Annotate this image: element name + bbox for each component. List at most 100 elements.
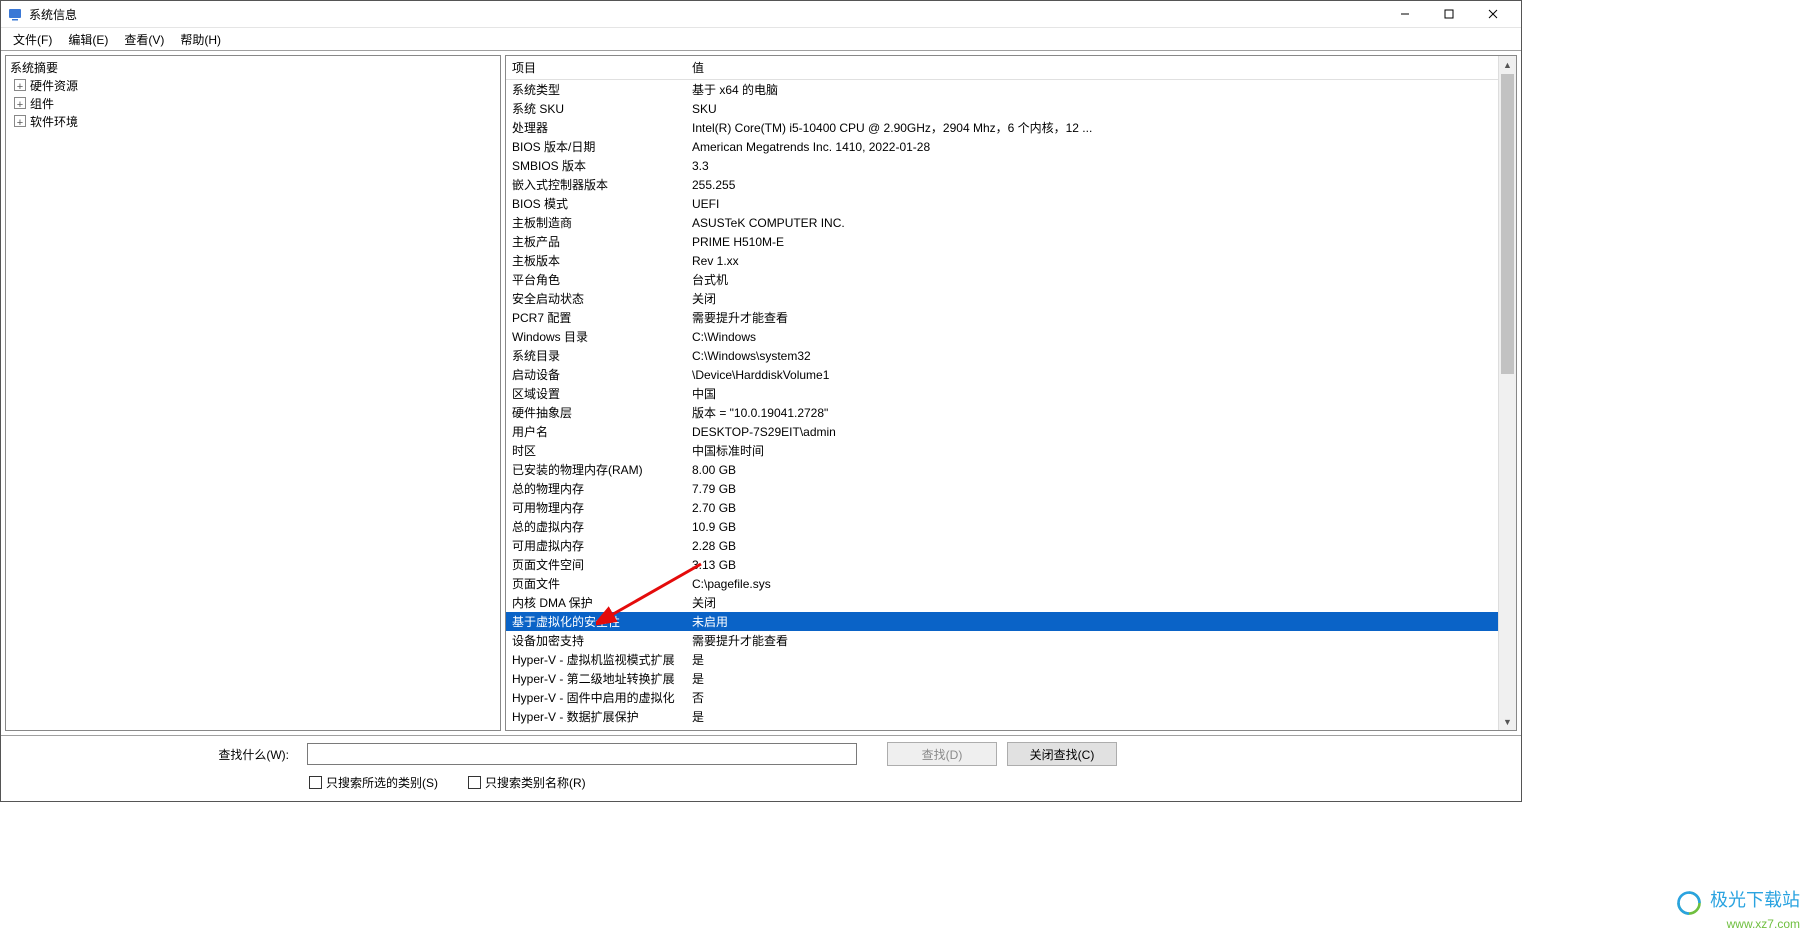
table-row[interactable]: 基于虚拟化的安全性未启用 — [506, 612, 1499, 631]
row-value: 255.255 — [686, 178, 1499, 192]
search-category-names-checkbox[interactable]: 只搜索类别名称(R) — [468, 774, 586, 791]
table-row[interactable]: Hyper-V - 第二级地址转换扩展是 — [506, 669, 1499, 688]
title-bar[interactable]: 系统信息 — [1, 1, 1521, 28]
table-row[interactable]: BIOS 版本/日期American Megatrends Inc. 1410,… — [506, 137, 1499, 156]
table-row[interactable]: Hyper-V - 数据扩展保护是 — [506, 707, 1499, 726]
row-item: 嵌入式控制器版本 — [506, 176, 686, 193]
table-row[interactable]: 总的物理内存7.79 GB — [506, 479, 1499, 498]
menu-edit[interactable]: 编辑(E) — [60, 29, 116, 50]
row-value: 是 — [686, 651, 1499, 668]
watermark-logo-icon — [1675, 889, 1703, 917]
tree-item[interactable]: +硬件资源 — [6, 76, 500, 94]
row-value: \Device\HarddiskVolume1 — [686, 368, 1499, 382]
checkbox-box-icon — [309, 776, 322, 789]
menu-help[interactable]: 帮助(H) — [172, 29, 229, 50]
row-item: 安全启动状态 — [506, 290, 686, 307]
search-selected-category-checkbox[interactable]: 只搜索所选的类别(S) — [309, 774, 438, 791]
close-button[interactable] — [1471, 1, 1515, 27]
row-value: 关闭 — [686, 594, 1499, 611]
row-value: 中国标准时间 — [686, 442, 1499, 459]
table-row[interactable]: Windows 目录C:\Windows — [506, 327, 1499, 346]
table-row[interactable]: 设备加密支持需要提升才能查看 — [506, 631, 1499, 650]
tree-item-label: 软件环境 — [30, 113, 78, 130]
row-item: 总的虚拟内存 — [506, 518, 686, 535]
row-value: 基于 x64 的电脑 — [686, 81, 1499, 98]
row-value: 8.00 GB — [686, 463, 1499, 477]
row-value: 否 — [686, 689, 1499, 706]
table-row[interactable]: 用户名DESKTOP-7S29EIT\admin — [506, 422, 1499, 441]
table-row[interactable]: 区域设置中国 — [506, 384, 1499, 403]
table-row[interactable]: 页面文件空间3.13 GB — [506, 555, 1499, 574]
category-tree[interactable]: 系统摘要 +硬件资源+组件+软件环境 — [5, 55, 501, 731]
row-item: 系统目录 — [506, 347, 686, 364]
table-row[interactable]: 硬件抽象层版本 = "10.0.19041.2728" — [506, 403, 1499, 422]
expand-icon[interactable]: + — [14, 79, 26, 91]
app-icon — [7, 6, 23, 22]
table-row[interactable]: 系统类型基于 x64 的电脑 — [506, 80, 1499, 99]
table-row[interactable]: 安全启动状态关闭 — [506, 289, 1499, 308]
table-row[interactable]: 主板产品PRIME H510M-E — [506, 232, 1499, 251]
scroll-up-arrow-icon[interactable]: ▲ — [1499, 56, 1516, 73]
table-row[interactable]: 可用虚拟内存2.28 GB — [506, 536, 1499, 555]
vertical-scrollbar[interactable]: ▲ ▼ — [1498, 56, 1516, 730]
row-item: 时区 — [506, 442, 686, 459]
row-value: 3.3 — [686, 159, 1499, 173]
row-item: 可用物理内存 — [506, 499, 686, 516]
table-row[interactable]: Hyper-V - 固件中启用的虚拟化否 — [506, 688, 1499, 707]
scrollbar-thumb[interactable] — [1501, 74, 1514, 374]
table-row[interactable]: 系统目录C:\Windows\system32 — [506, 346, 1499, 365]
row-value: C:\pagefile.sys — [686, 577, 1499, 591]
search-input[interactable] — [307, 743, 857, 765]
table-row[interactable]: 主板版本Rev 1.xx — [506, 251, 1499, 270]
table-row[interactable]: BIOS 模式UEFI — [506, 194, 1499, 213]
table-row[interactable]: Hyper-V - 虚拟机监视模式扩展是 — [506, 650, 1499, 669]
row-item: 已安装的物理内存(RAM) — [506, 461, 686, 478]
table-row[interactable]: 可用物理内存2.70 GB — [506, 498, 1499, 517]
list-body[interactable]: 系统类型基于 x64 的电脑系统 SKUSKU处理器Intel(R) Core(… — [506, 80, 1499, 726]
maximize-button[interactable] — [1427, 1, 1471, 27]
table-row[interactable]: 已安装的物理内存(RAM)8.00 GB — [506, 460, 1499, 479]
tree-root[interactable]: 系统摘要 — [6, 58, 500, 76]
table-row[interactable]: 平台角色台式机 — [506, 270, 1499, 289]
checkbox-label: 只搜索所选的类别(S) — [326, 774, 438, 791]
minimize-button[interactable] — [1383, 1, 1427, 27]
table-row[interactable]: 总的虚拟内存10.9 GB — [506, 517, 1499, 536]
column-value[interactable]: 值 — [686, 56, 1499, 79]
checkbox-label: 只搜索类别名称(R) — [485, 774, 586, 791]
table-row[interactable]: 处理器Intel(R) Core(TM) i5-10400 CPU @ 2.90… — [506, 118, 1499, 137]
row-value: 2.28 GB — [686, 539, 1499, 553]
table-row[interactable]: 启动设备\Device\HarddiskVolume1 — [506, 365, 1499, 384]
table-row[interactable]: 页面文件C:\pagefile.sys — [506, 574, 1499, 593]
list-header[interactable]: 项目 值 — [506, 56, 1499, 80]
close-find-button[interactable]: 关闭查找(C) — [1007, 742, 1117, 766]
table-row[interactable]: 主板制造商ASUSTeK COMPUTER INC. — [506, 213, 1499, 232]
watermark: 极光下载站 www.xz7.com — [1675, 889, 1800, 931]
tree-item[interactable]: +组件 — [6, 94, 500, 112]
menu-view[interactable]: 查看(V) — [116, 29, 172, 50]
search-footer: 查找什么(W): 查找(D) 关闭查找(C) 只搜索所选的类别(S) 只搜索类别… — [1, 735, 1521, 801]
row-value: 3.13 GB — [686, 558, 1499, 572]
find-button[interactable]: 查找(D) — [887, 742, 997, 766]
expand-icon[interactable]: + — [14, 115, 26, 127]
table-row[interactable]: PCR7 配置需要提升才能查看 — [506, 308, 1499, 327]
row-item: 设备加密支持 — [506, 632, 686, 649]
row-item: 启动设备 — [506, 366, 686, 383]
row-value: Rev 1.xx — [686, 254, 1499, 268]
row-item: BIOS 版本/日期 — [506, 138, 686, 155]
row-item: 系统 SKU — [506, 100, 686, 117]
expand-icon[interactable]: + — [14, 97, 26, 109]
row-value: 2.70 GB — [686, 501, 1499, 515]
row-item: Hyper-V - 虚拟机监视模式扩展 — [506, 651, 686, 668]
column-item[interactable]: 项目 — [506, 56, 686, 79]
tree-item[interactable]: + 软件环境 — [6, 112, 500, 130]
table-row[interactable]: 时区中国标准时间 — [506, 441, 1499, 460]
scroll-down-arrow-icon[interactable]: ▼ — [1499, 713, 1516, 730]
row-item: 主板产品 — [506, 233, 686, 250]
table-row[interactable]: SMBIOS 版本3.3 — [506, 156, 1499, 175]
table-row[interactable]: 系统 SKUSKU — [506, 99, 1499, 118]
table-row[interactable]: 内核 DMA 保护关闭 — [506, 593, 1499, 612]
body: 系统摘要 +硬件资源+组件+软件环境 项目 值 系统类型基于 x64 的电脑系统… — [1, 50, 1521, 735]
menu-file[interactable]: 文件(F) — [5, 29, 60, 50]
menu-bar: 文件(F) 编辑(E) 查看(V) 帮助(H) — [1, 28, 1521, 50]
table-row[interactable]: 嵌入式控制器版本255.255 — [506, 175, 1499, 194]
